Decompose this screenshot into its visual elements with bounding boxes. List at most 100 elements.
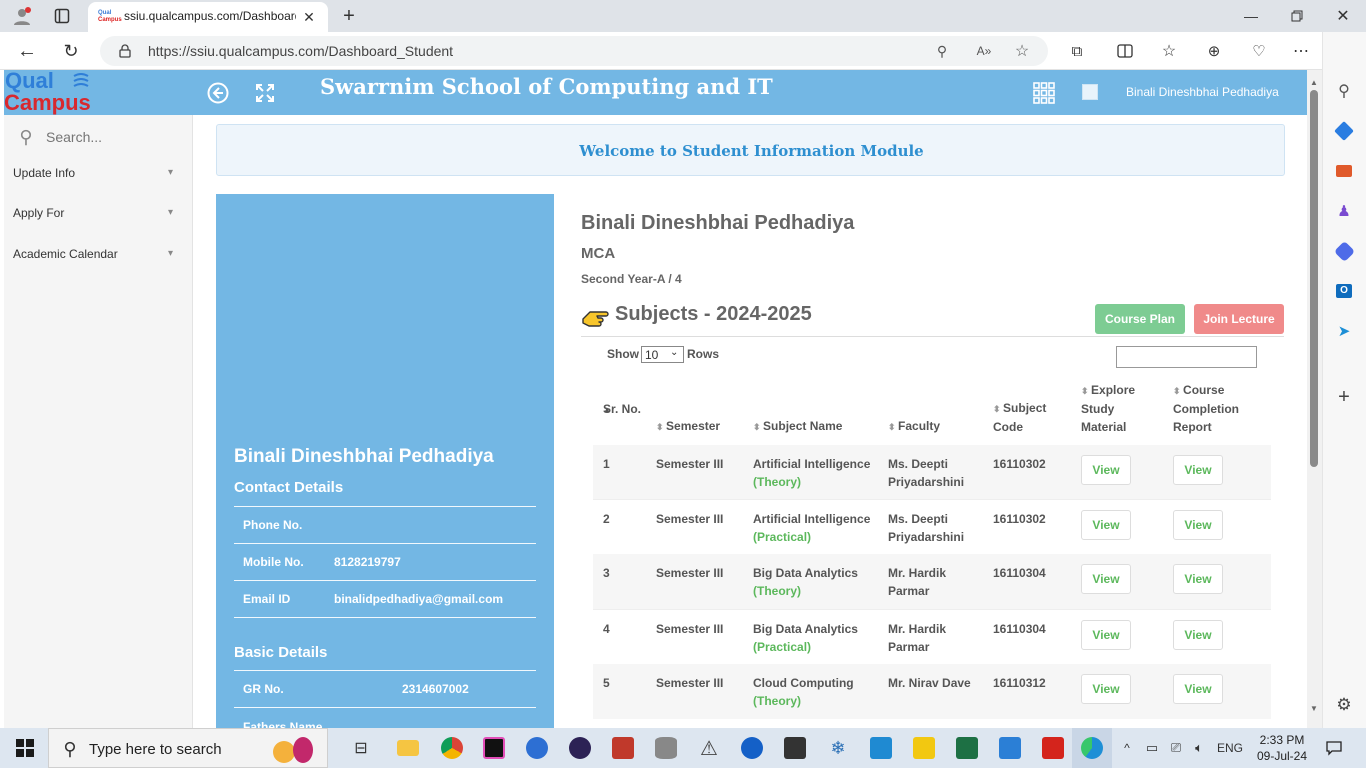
view-study-material-button[interactable]: View [1081,455,1131,485]
view-study-material-button[interactable]: View [1081,620,1131,650]
close-tab-icon[interactable]: ✕ [298,7,320,27]
outlook-icon[interactable]: O [1333,280,1355,302]
volume-icon[interactable]: 🔈︎ [1189,728,1209,768]
taskbar-search-box[interactable]: ⚲ Type here to search [48,728,328,768]
split-screen-icon[interactable] [1114,40,1136,62]
minimize-icon[interactable]: — [1236,4,1266,28]
notifications-icon[interactable] [1320,728,1348,768]
eclipse-icon[interactable] [566,728,594,768]
camera-app-icon[interactable] [781,728,809,768]
scroll-up-arrow-icon[interactable]: ▲ [1310,78,1318,87]
chrome-icon[interactable] [438,728,466,768]
task-view-icon[interactable]: ⊟ [348,728,374,768]
vscode-icon[interactable] [867,728,895,768]
file-explorer-icon[interactable] [394,728,422,768]
fullscreen-icon[interactable] [253,81,277,105]
join-lecture-button[interactable]: Join Lecture [1194,304,1284,334]
sidebar-item-academic-calendar[interactable]: Academic Calendar ▾ [4,241,192,267]
view-study-material-button[interactable]: View [1081,510,1131,540]
profile-icon[interactable] [8,4,36,28]
shopping-tag-icon[interactable] [1333,120,1355,142]
settings-gear-icon[interactable]: ⚙ [1333,694,1355,716]
col-header-subject-code[interactable]: ⬍ Subject Code [993,399,1055,436]
view-completion-report-button[interactable]: View [1173,674,1223,704]
browser-essentials-icon[interactable]: ♡ [1248,40,1270,62]
col-header-course-completion-report[interactable]: ⬍ Course Completion Report [1173,381,1245,436]
show-hidden-icons-icon[interactable]: ^ [1118,728,1136,768]
view-completion-report-button[interactable]: View [1173,620,1223,650]
teamviewer-icon[interactable] [738,728,766,768]
page-size-value: 10 [645,348,659,362]
new-tab-icon[interactable]: + [336,4,362,28]
sidebar-item-update-info[interactable]: Update Info ▾ [4,160,192,186]
col-header-sr-no[interactable]: Sr. No. [603,400,643,418]
windows-start-icon[interactable] [12,728,38,768]
view-completion-report-button[interactable]: View [1173,455,1223,485]
view-completion-report-button[interactable]: View [1173,564,1223,594]
col-header-subject-name[interactable]: ⬍ Subject Name [753,417,842,436]
email-value: binalidpedhadiya@gmail.com [334,592,504,606]
add-sidebar-icon[interactable]: + [1333,386,1355,408]
edge-taskbar-icon[interactable] [1072,728,1112,768]
search-icon[interactable]: ⚲ [1333,80,1355,102]
clock[interactable]: 2:33 PM 09-Jul-24 [1250,732,1314,766]
power-bi-icon[interactable] [910,728,938,768]
battery-icon[interactable]: ▭ [1142,728,1162,768]
tab-actions-icon[interactable] [48,4,76,28]
acrobat-icon[interactable] [1039,728,1067,768]
course-plan-button[interactable]: Course Plan [1095,304,1185,334]
vpn-app-icon[interactable] [523,728,551,768]
gr-value: 2314607002 [402,682,469,696]
zoom-icon[interactable]: ⚲ [932,41,952,61]
col-header-explore-study-material[interactable]: ⬍ Explore Study Material [1081,381,1147,436]
database-icon[interactable] [652,728,680,768]
col-header-semester[interactable]: ⬍ Semester [656,417,720,436]
page-scrollbar[interactable]: ▲ ▼ [1307,70,1322,728]
spss-icon[interactable] [609,728,637,768]
sidebar-item-apply-for[interactable]: Apply For ▾ [4,200,192,226]
more-menu-icon[interactable]: ⋯ [1290,40,1312,62]
mobile-value: 8128219797 [334,555,401,569]
view-completion-report-button[interactable]: View [1173,510,1223,540]
language-indicator[interactable]: ENG [1214,728,1246,768]
table-row: 2 Semester III Artificial Intelligence (P… [593,499,1271,554]
collections-icon[interactable]: ⊕ [1203,40,1225,62]
header-user-name[interactable]: Binali Dineshbhai Pedhadiya [1126,85,1279,99]
close-window-icon[interactable]: ✕ [1328,4,1358,28]
page-size-select[interactable]: 10 ⌄ [641,346,684,363]
favorite-star-icon[interactable]: ☆ [1012,41,1032,61]
excel-icon[interactable] [953,728,981,768]
photos-icon[interactable] [996,728,1024,768]
intellij-icon[interactable] [480,728,508,768]
table-search-input[interactable] [1116,346,1257,368]
view-study-material-button[interactable]: View [1081,674,1131,704]
games-icon[interactable]: ♟ [1333,200,1355,222]
warning-app-icon[interactable]: ⚠ [695,728,723,768]
view-study-material-button[interactable]: View [1081,564,1131,594]
favorites-icon[interactable]: ☆ [1158,40,1180,62]
lock-icon[interactable] [116,42,134,60]
network-icon[interactable]: ⎚ [1166,728,1186,768]
tools-icon[interactable] [1333,160,1355,182]
sidebar-search-input[interactable] [46,125,186,149]
collapse-sidebar-icon[interactable] [206,81,230,105]
restore-icon[interactable] [1282,4,1312,28]
table-row: 4 Semester III Big Data Analytics (Practi… [593,609,1271,664]
qualcampus-logo[interactable]: Qual Campus [4,69,96,115]
scrollbar-thumb[interactable] [1310,90,1318,467]
col-header-faculty[interactable]: ⬍ Faculty [888,417,940,436]
snowflake-app-icon[interactable]: ❄ [824,728,852,768]
office-icon[interactable] [1333,240,1355,262]
scroll-down-arrow-icon[interactable]: ▼ [1310,704,1318,713]
back-icon[interactable]: ← [14,38,40,64]
refresh-icon[interactable]: ↻ [58,38,84,64]
url-field[interactable]: https://ssiu.qualcampus.com/Dashboard_St… [100,36,1048,66]
read-aloud-icon[interactable]: A» [974,41,994,61]
user-avatar[interactable] [1082,84,1098,100]
send-icon[interactable]: ➤ [1333,320,1355,342]
divider [234,707,536,708]
browser-tab-active[interactable]: Qual Campus ssiu.qualcampus.com/Dashboard… [88,2,328,32]
apps-grid-icon[interactable] [1032,81,1056,105]
chevron-down-icon: ⌄ [670,347,679,358]
extensions-icon[interactable]: ⧉ [1066,40,1088,62]
